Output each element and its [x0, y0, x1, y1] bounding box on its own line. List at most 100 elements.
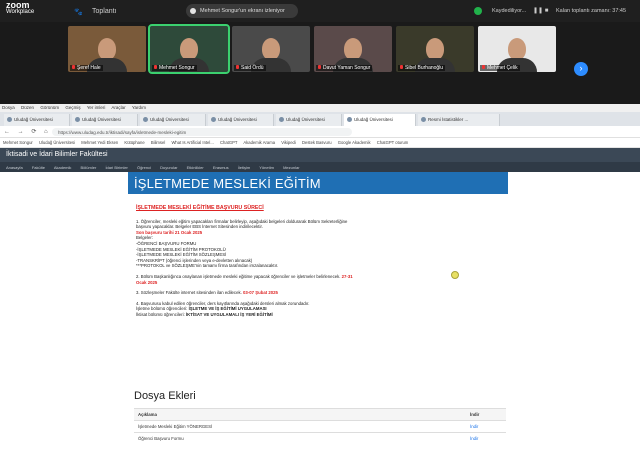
- meeting-label[interactable]: Toplantı: [92, 8, 117, 15]
- attachments-table: Açıklama İndir İşletmede Mesleki Eğitim …: [134, 408, 506, 444]
- browser-tab[interactable]: Uludağ Üniversitesi: [140, 114, 206, 126]
- nav-item[interactable]: Duyurular: [160, 165, 177, 170]
- bookmark[interactable]: Kütüphane: [124, 140, 144, 145]
- menu-item[interactable]: Görünüm: [40, 105, 59, 110]
- site-favicon-icon: [7, 117, 12, 122]
- bookmark[interactable]: Akademik Arama: [243, 140, 275, 145]
- participant-tile[interactable]: Davut Yaman Songur: [314, 26, 392, 72]
- nav-item[interactable]: İletişim: [238, 165, 250, 170]
- nav-item[interactable]: Yönetim: [259, 165, 274, 170]
- page-title: İŞLETMEDE MESLEKİ EĞİTİM: [128, 172, 508, 194]
- process-item-3: 3. Sözleşmeler Fakülte internet sitesind…: [136, 290, 278, 296]
- site-favicon-icon: [143, 117, 148, 122]
- site-favicon-icon: [279, 117, 284, 122]
- bookmark[interactable]: ChatGPT: [220, 140, 237, 145]
- site-favicon-icon: [211, 117, 216, 122]
- menu-item[interactable]: Dosya: [2, 105, 15, 110]
- faculty-nav: Anasayfa Fakülte Akademik Bölümler İdari…: [0, 162, 640, 172]
- bookmark[interactable]: Vikipedi: [281, 140, 296, 145]
- bookmark[interactable]: Destek Basvuru: [302, 140, 332, 145]
- mic-muted-icon: [236, 65, 239, 69]
- menu-item[interactable]: Düzen: [21, 105, 34, 110]
- screen-share-icon: [190, 8, 196, 14]
- participant-tile[interactable]: Mehmet Songur: [148, 24, 230, 74]
- navigation-arrows-icon[interactable]: ← → ⟳ ⌂: [4, 128, 51, 135]
- nav-item[interactable]: Öğrenci: [137, 165, 151, 170]
- browser-tab[interactable]: Uludağ Üniversitesi: [72, 114, 138, 126]
- mic-muted-icon: [400, 65, 403, 69]
- menu-item[interactable]: Araçlar: [111, 105, 125, 110]
- browser-menubar: Dosya Düzen Görünüm Geçmiş Yer imleri Ar…: [0, 104, 640, 112]
- participant-gallery: Şeref Hale Mehmet Songur Said Ördü Davut…: [0, 22, 640, 104]
- attachment-name: Öğrenci Başvuru Formu: [134, 432, 466, 444]
- bookmark[interactable]: What Is Artificial Intel...: [171, 140, 213, 145]
- recording-controls[interactable]: ❚❚ ■: [533, 7, 548, 14]
- bookmark[interactable]: Uludağ Üniversitesi: [39, 140, 75, 145]
- shield-icon: [474, 7, 482, 15]
- nav-item[interactable]: Fakülte: [32, 165, 45, 170]
- meeting-title[interactable]: Mehmet Songur'un ekranı izleniyor: [186, 4, 298, 18]
- meeting-timer: Kalan toplantı zamanı: 37:45: [556, 8, 627, 14]
- bookmark[interactable]: Mehmet Yedi Eksen: [81, 140, 118, 145]
- faculty-header: İktisadi ve İdari Bilimler Fakültesi: [0, 148, 640, 162]
- mic-muted-icon: [482, 65, 485, 69]
- nav-item[interactable]: Anasayfa: [6, 165, 23, 170]
- bookmark[interactable]: ChatGPT oturum: [377, 140, 409, 145]
- nav-item[interactable]: Etkinlikler: [187, 165, 204, 170]
- participant-video: [344, 38, 362, 60]
- bookmark[interactable]: Google Akademik: [338, 140, 371, 145]
- browser-tab[interactable]: Uludağ Üniversitesi: [208, 114, 274, 126]
- table-header-row: Açıklama İndir: [134, 408, 506, 421]
- participant-name: Mehmet Songur: [159, 65, 195, 71]
- section-title: İŞLETMEDE MESLEKİ EĞİTİME BAŞVURU SÜRECİ: [136, 205, 264, 211]
- site-favicon-icon: [347, 117, 352, 122]
- process-item-4: 4. Başvurusu kabul edilen öğrenciler, de…: [136, 300, 310, 317]
- participant-tile[interactable]: Mehmet Çelik: [478, 26, 556, 72]
- menu-item[interactable]: Geçmiş: [65, 105, 80, 110]
- menu-item[interactable]: Yer imleri: [87, 105, 106, 110]
- download-link[interactable]: İndir: [466, 420, 506, 433]
- nav-item[interactable]: Erasmus: [213, 165, 229, 170]
- bookmarks-bar: Mehmet Songur Uludağ Üniversitesi Mehmet…: [0, 138, 640, 148]
- nav-item[interactable]: İdari Birimler: [105, 165, 127, 170]
- participant-name: Davut Yaman Songur: [323, 65, 371, 71]
- address-row: ← → ⟳ ⌂ https://www.uludag.edu.tr/iktisa…: [0, 126, 640, 138]
- site-favicon-icon: [421, 117, 426, 122]
- nav-item[interactable]: Bölümler: [81, 165, 97, 170]
- participant-video: [426, 38, 444, 60]
- participant-tile[interactable]: Said Ördü: [232, 26, 310, 72]
- column-header: İndir: [466, 408, 506, 421]
- bookmark[interactable]: Bilimsel: [151, 140, 165, 145]
- participant-tile[interactable]: Şeref Hale: [68, 26, 146, 72]
- browser-tab[interactable]: Uludağ Üniversitesi: [276, 114, 342, 126]
- application-process: İŞLETMEDE MESLEKİ EĞİTİME BAŞVURU SÜRECİ…: [136, 205, 356, 323]
- participant-video: [262, 38, 280, 60]
- download-link[interactable]: İndir: [466, 432, 506, 444]
- nav-item[interactable]: Akademik: [54, 165, 72, 170]
- nav-item[interactable]: Mezunlar: [283, 165, 299, 170]
- browser-tab[interactable]: Uludağ Üniversitesi: [4, 114, 70, 126]
- participant-video: [508, 38, 526, 60]
- url-bar[interactable]: https://www.uludag.edu.tr/iktisadi/sayfa…: [52, 128, 352, 136]
- participant-video: [180, 38, 198, 60]
- process-item-2: 2. Bölüm Başkanlığınca onaylanan işletme…: [136, 273, 353, 285]
- participant-name: Mehmet Çelik: [487, 65, 518, 71]
- participant-name: Şeref Hale: [77, 65, 101, 71]
- menu-item[interactable]: Yardım: [132, 105, 146, 110]
- bookmark[interactable]: Mehmet Songur: [3, 140, 33, 145]
- next-page-arrow-icon[interactable]: ›: [574, 62, 588, 76]
- recording-label: Kaydediliyor...: [492, 8, 527, 14]
- participant-name: Sibel Burhanoğlu: [405, 65, 444, 71]
- browser-tabbar: Uludağ Üniversitesi Uludağ Üniversitesi …: [0, 112, 640, 126]
- browser-tab-active[interactable]: Uludağ Üniversitesi: [344, 114, 416, 126]
- participant-video: [98, 38, 116, 60]
- faculty-name[interactable]: İktisadi ve İdari Bilimler Fakültesi: [6, 151, 108, 158]
- paw-icon[interactable]: 🐾: [74, 8, 83, 16]
- mic-muted-icon: [318, 65, 321, 69]
- browser-tab[interactable]: Resmi İstatistikler ...: [418, 114, 500, 126]
- mic-muted-icon: [154, 65, 157, 69]
- attachment-name: İşletmede Mesleki Eğitim YÖNERGESİ: [134, 420, 466, 433]
- deadline: Son başvuru tarihi 21 Ocak 2025: [136, 229, 203, 235]
- participant-tile[interactable]: Sibel Burhanoğlu: [396, 26, 474, 72]
- zoom-top-bar: zoom Workplace 🐾 Toplantı Mehmet Songur'u…: [0, 0, 640, 22]
